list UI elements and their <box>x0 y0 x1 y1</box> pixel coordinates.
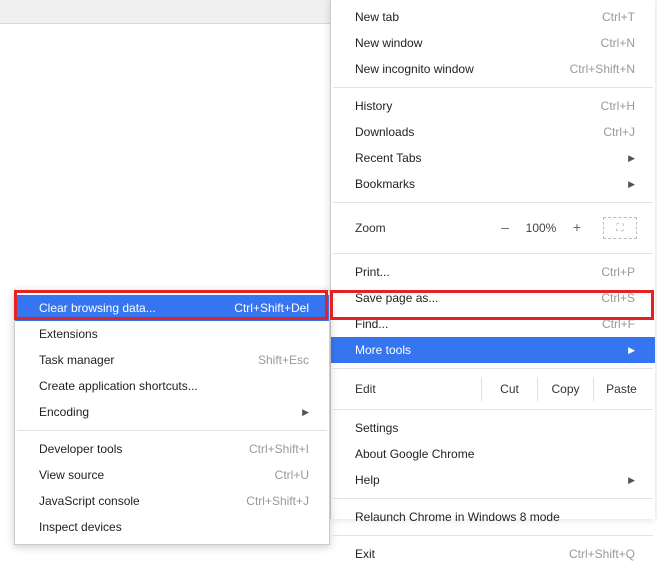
separator <box>17 430 327 431</box>
menu-shortcut: Ctrl+U <box>275 468 309 482</box>
menu-downloads[interactable]: Downloads Ctrl+J <box>331 119 655 145</box>
fullscreen-icon[interactable]: ⛶ <box>603 217 637 239</box>
menu-settings[interactable]: Settings <box>331 415 655 441</box>
edit-cut-button[interactable]: Cut <box>481 377 537 401</box>
menu-label: Developer tools <box>39 442 239 456</box>
menu-shortcut: Ctrl+Shift+Del <box>234 301 309 315</box>
menu-label: More tools <box>355 343 628 357</box>
menu-new-incognito[interactable]: New incognito window Ctrl+Shift+N <box>331 56 655 82</box>
menu-shortcut: Ctrl+S <box>601 291 635 305</box>
separator <box>333 498 653 499</box>
menu-label: Encoding <box>39 405 302 419</box>
menu-shortcut: Ctrl+P <box>601 265 635 279</box>
menu-shortcut: Ctrl+H <box>601 99 635 113</box>
window-toolbar-bg <box>0 0 330 24</box>
zoom-value: 100% <box>519 221 563 235</box>
submenu-clear-browsing-data[interactable]: Clear browsing data... Ctrl+Shift+Del <box>15 295 329 321</box>
menu-label: Bookmarks <box>355 177 628 191</box>
submenu-create-shortcuts[interactable]: Create application shortcuts... <box>15 373 329 399</box>
edit-paste-button[interactable]: Paste <box>593 377 649 401</box>
menu-label: Find... <box>355 317 592 331</box>
submenu-inspect-devices[interactable]: Inspect devices <box>15 514 329 540</box>
submenu-developer-tools[interactable]: Developer tools Ctrl+Shift+I <box>15 436 329 462</box>
menu-history[interactable]: History Ctrl+H <box>331 93 655 119</box>
menu-exit[interactable]: Exit Ctrl+Shift+Q <box>331 541 655 567</box>
menu-shortcut: Ctrl+Shift+I <box>249 442 309 456</box>
menu-label: Exit <box>355 547 559 561</box>
menu-label: History <box>355 99 591 113</box>
menu-shortcut: Ctrl+Shift+J <box>246 494 309 508</box>
submenu-arrow-icon: ▶ <box>628 179 635 190</box>
menu-label: New tab <box>355 10 592 24</box>
menu-label: Help <box>355 473 628 487</box>
menu-label: New window <box>355 36 591 50</box>
submenu-view-source[interactable]: View source Ctrl+U <box>15 462 329 488</box>
menu-relaunch-win8[interactable]: Relaunch Chrome in Windows 8 mode <box>331 504 655 530</box>
menu-label: View source <box>39 468 265 482</box>
menu-label: Print... <box>355 265 591 279</box>
menu-shortcut: Ctrl+N <box>601 36 635 50</box>
menu-shortcut: Shift+Esc <box>258 353 309 367</box>
menu-recent-tabs[interactable]: Recent Tabs ▶ <box>331 145 655 171</box>
menu-shortcut: Ctrl+Shift+Q <box>569 547 635 561</box>
submenu-arrow-icon: ▶ <box>628 475 635 486</box>
edit-label: Edit <box>355 382 481 396</box>
zoom-out-button[interactable]: – <box>491 217 519 239</box>
menu-about[interactable]: About Google Chrome <box>331 441 655 467</box>
menu-new-window[interactable]: New window Ctrl+N <box>331 30 655 56</box>
submenu-arrow-icon: ▶ <box>628 153 635 164</box>
menu-find[interactable]: Find... Ctrl+F <box>331 311 655 337</box>
submenu-task-manager[interactable]: Task manager Shift+Esc <box>15 347 329 373</box>
menu-label: About Google Chrome <box>355 447 635 461</box>
menu-label: Extensions <box>39 327 309 341</box>
submenu-js-console[interactable]: JavaScript console Ctrl+Shift+J <box>15 488 329 514</box>
menu-label: Relaunch Chrome in Windows 8 mode <box>355 510 635 524</box>
menu-label: Downloads <box>355 125 593 139</box>
separator <box>333 368 653 369</box>
zoom-controls: – 100% + <box>491 217 591 239</box>
menu-save-as[interactable]: Save page as... Ctrl+S <box>331 285 655 311</box>
menu-shortcut: Ctrl+T <box>602 10 635 24</box>
menu-label: Create application shortcuts... <box>39 379 309 393</box>
submenu-extensions[interactable]: Extensions <box>15 321 329 347</box>
submenu-encoding[interactable]: Encoding ▶ <box>15 399 329 425</box>
menu-label: JavaScript console <box>39 494 236 508</box>
menu-shortcut: Ctrl+F <box>602 317 635 331</box>
menu-label: Settings <box>355 421 635 435</box>
menu-shortcut: Ctrl+J <box>603 125 635 139</box>
menu-label: Task manager <box>39 353 248 367</box>
menu-print[interactable]: Print... Ctrl+P <box>331 259 655 285</box>
separator <box>333 202 653 203</box>
separator <box>333 535 653 536</box>
menu-more-tools[interactable]: More tools ▶ <box>331 337 655 363</box>
menu-new-tab[interactable]: New tab Ctrl+T <box>331 4 655 30</box>
menu-label: New incognito window <box>355 62 560 76</box>
submenu-arrow-icon: ▶ <box>628 345 635 356</box>
zoom-label: Zoom <box>355 221 491 235</box>
menu-bookmarks[interactable]: Bookmarks ▶ <box>331 171 655 197</box>
menu-help[interactable]: Help ▶ <box>331 467 655 493</box>
menu-zoom-row: Zoom – 100% + ⛶ <box>331 208 655 248</box>
menu-label: Save page as... <box>355 291 591 305</box>
menu-label: Inspect devices <box>39 520 309 534</box>
edit-copy-button[interactable]: Copy <box>537 377 593 401</box>
zoom-in-button[interactable]: + <box>563 217 591 239</box>
separator <box>333 87 653 88</box>
menu-label: Recent Tabs <box>355 151 628 165</box>
menu-label: Clear browsing data... <box>39 301 224 315</box>
submenu-arrow-icon: ▶ <box>302 407 309 418</box>
separator <box>333 409 653 410</box>
menu-shortcut: Ctrl+Shift+N <box>570 62 635 76</box>
menu-edit-row: Edit Cut Copy Paste <box>331 374 655 404</box>
separator <box>333 253 653 254</box>
more-tools-submenu: Clear browsing data... Ctrl+Shift+Del Ex… <box>14 290 330 545</box>
chrome-main-menu: New tab Ctrl+T New window Ctrl+N New inc… <box>330 0 655 519</box>
